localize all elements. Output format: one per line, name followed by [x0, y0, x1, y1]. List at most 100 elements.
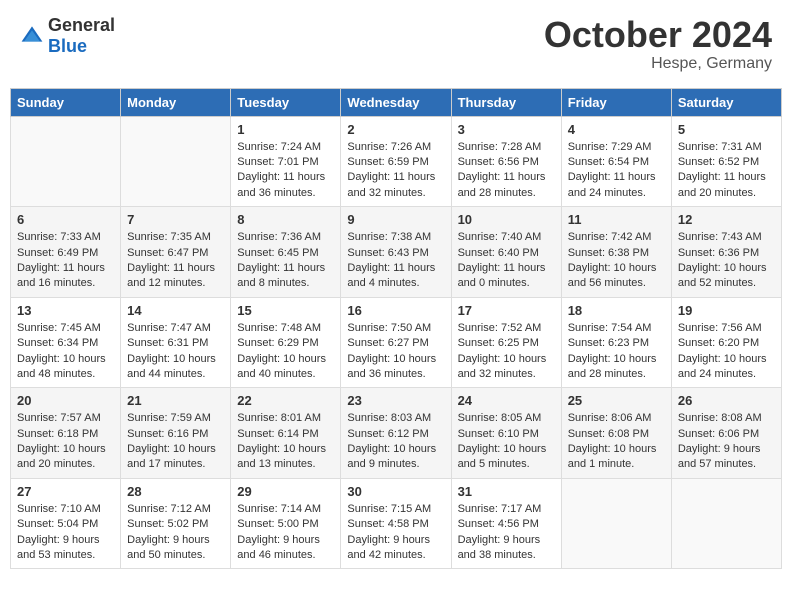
calendar-cell: 7Sunrise: 7:35 AM Sunset: 6:47 PM Daylig… — [121, 207, 231, 298]
day-info: Sunrise: 7:28 AM Sunset: 6:56 PM Dayligh… — [458, 140, 555, 202]
day-number: 12 — [678, 212, 775, 227]
calendar-header-row: SundayMondayTuesdayWednesdayThursdayFrid… — [11, 88, 782, 116]
day-info: Sunrise: 7:26 AM Sunset: 6:59 PM Dayligh… — [347, 140, 444, 202]
day-number: 30 — [347, 484, 444, 499]
day-number: 16 — [347, 303, 444, 318]
day-number: 4 — [568, 122, 665, 137]
calendar-cell: 9Sunrise: 7:38 AM Sunset: 6:43 PM Daylig… — [341, 207, 451, 298]
day-number: 25 — [568, 393, 665, 408]
calendar-cell: 28 Sunrise: 7:12 AM Sunset: 5:02 PM Dayli… — [121, 478, 231, 569]
page-header: General Blue October 2024 Hespe, Germany — [10, 10, 782, 78]
day-header-sunday: Sunday — [11, 88, 121, 116]
calendar-cell: 29 Sunrise: 7:14 AM Sunset: 5:00 PM Dayli… — [231, 478, 341, 569]
calendar-cell: 14 Sunrise: 7:47 AM Sunset: 6:31 PM Dayli… — [121, 297, 231, 388]
calendar-cell: 25Sunrise: 8:06 AM Sunset: 6:08 PM Dayli… — [561, 388, 671, 479]
day-info: Sunrise: 7:48 AM Sunset: 6:29 PM Dayligh… — [237, 321, 334, 383]
day-number: 22 — [237, 393, 334, 408]
day-info: Sunrise: 7:45 AM Sunset: 6:34 PM Dayligh… — [17, 321, 114, 383]
day-info: Sunrise: 8:08 AM Sunset: 6:06 PM Dayligh… — [678, 411, 775, 473]
day-header-monday: Monday — [121, 88, 231, 116]
logo-blue: Blue — [48, 36, 87, 56]
day-header-wednesday: Wednesday — [341, 88, 451, 116]
calendar-cell: 15Sunrise: 7:48 AM Sunset: 6:29 PM Dayli… — [231, 297, 341, 388]
day-number: 29 — [237, 484, 334, 499]
calendar-cell: 19 Sunrise: 7:56 AM Sunset: 6:20 PM Dayli… — [671, 297, 781, 388]
day-header-saturday: Saturday — [671, 88, 781, 116]
calendar-cell: 18Sunrise: 7:54 AM Sunset: 6:23 PM Dayli… — [561, 297, 671, 388]
day-number: 28 — [127, 484, 224, 499]
day-number: 14 — [127, 303, 224, 318]
calendar-cell — [671, 478, 781, 569]
day-number: 21 — [127, 393, 224, 408]
day-info: Sunrise: 7:47 AM Sunset: 6:31 PM Dayligh… — [127, 321, 224, 383]
day-number: 19 — [678, 303, 775, 318]
logo: General Blue — [20, 15, 115, 57]
calendar-week-row: 13 Sunrise: 7:45 AM Sunset: 6:34 PM Dayli… — [11, 297, 782, 388]
calendar-cell: 20Sunrise: 7:57 AM Sunset: 6:18 PM Dayli… — [11, 388, 121, 479]
calendar-week-row: 1 Sunrise: 7:24 AM Sunset: 7:01 PM Daylig… — [11, 116, 782, 207]
calendar-cell: 2 Sunrise: 7:26 AM Sunset: 6:59 PM Daylig… — [341, 116, 451, 207]
day-number: 10 — [458, 212, 555, 227]
day-number: 3 — [458, 122, 555, 137]
day-info: Sunrise: 8:05 AM Sunset: 6:10 PM Dayligh… — [458, 411, 555, 473]
day-number: 24 — [458, 393, 555, 408]
day-number: 13 — [17, 303, 114, 318]
day-info: Sunrise: 7:52 AM Sunset: 6:25 PM Dayligh… — [458, 321, 555, 383]
calendar-cell: 10 Sunrise: 7:40 AM Sunset: 6:40 PM Dayli… — [451, 207, 561, 298]
day-info: Sunrise: 7:35 AM Sunset: 6:47 PM Dayligh… — [127, 230, 224, 292]
day-info: Sunrise: 7:17 AM Sunset: 4:56 PM Dayligh… — [458, 502, 555, 564]
day-info: Sunrise: 7:12 AM Sunset: 5:02 PM Dayligh… — [127, 502, 224, 564]
calendar-week-row: 6 Sunrise: 7:33 AM Sunset: 6:49 PM Daylig… — [11, 207, 782, 298]
day-info: Sunrise: 7:40 AM Sunset: 6:40 PM Dayligh… — [458, 230, 555, 292]
day-header-friday: Friday — [561, 88, 671, 116]
day-number: 6 — [17, 212, 114, 227]
calendar-cell: 22 Sunrise: 8:01 AM Sunset: 6:14 PM Dayli… — [231, 388, 341, 479]
calendar-cell: 30 Sunrise: 7:15 AM Sunset: 4:58 PM Dayli… — [341, 478, 451, 569]
day-info: Sunrise: 7:14 AM Sunset: 5:00 PM Dayligh… — [237, 502, 334, 564]
calendar-cell: 17Sunrise: 7:52 AM Sunset: 6:25 PM Dayli… — [451, 297, 561, 388]
calendar-table: SundayMondayTuesdayWednesdayThursdayFrid… — [10, 88, 782, 570]
calendar-cell — [121, 116, 231, 207]
day-number: 26 — [678, 393, 775, 408]
day-number: 18 — [568, 303, 665, 318]
calendar-cell: 13 Sunrise: 7:45 AM Sunset: 6:34 PM Dayli… — [11, 297, 121, 388]
day-header-thursday: Thursday — [451, 88, 561, 116]
logo-general: General — [48, 15, 115, 35]
day-info: Sunrise: 7:50 AM Sunset: 6:27 PM Dayligh… — [347, 321, 444, 383]
day-number: 5 — [678, 122, 775, 137]
day-number: 2 — [347, 122, 444, 137]
calendar-cell: 23 Sunrise: 8:03 AM Sunset: 6:12 PM Dayli… — [341, 388, 451, 479]
day-info: Sunrise: 7:33 AM Sunset: 6:49 PM Dayligh… — [17, 230, 114, 292]
day-info: Sunrise: 7:59 AM Sunset: 6:16 PM Dayligh… — [127, 411, 224, 473]
calendar-week-row: 27Sunrise: 7:10 AM Sunset: 5:04 PM Dayli… — [11, 478, 782, 569]
calendar-cell: 1 Sunrise: 7:24 AM Sunset: 7:01 PM Daylig… — [231, 116, 341, 207]
day-number: 1 — [237, 122, 334, 137]
day-info: Sunrise: 7:42 AM Sunset: 6:38 PM Dayligh… — [568, 230, 665, 292]
day-info: Sunrise: 7:43 AM Sunset: 6:36 PM Dayligh… — [678, 230, 775, 292]
day-info: Sunrise: 7:56 AM Sunset: 6:20 PM Dayligh… — [678, 321, 775, 383]
day-number: 23 — [347, 393, 444, 408]
calendar-cell: 21 Sunrise: 7:59 AM Sunset: 6:16 PM Dayli… — [121, 388, 231, 479]
day-header-tuesday: Tuesday — [231, 88, 341, 116]
day-info: Sunrise: 8:01 AM Sunset: 6:14 PM Dayligh… — [237, 411, 334, 473]
day-number: 11 — [568, 212, 665, 227]
calendar-cell: 24 Sunrise: 8:05 AM Sunset: 6:10 PM Dayli… — [451, 388, 561, 479]
calendar-cell: 6 Sunrise: 7:33 AM Sunset: 6:49 PM Daylig… — [11, 207, 121, 298]
calendar-cell: 8 Sunrise: 7:36 AM Sunset: 6:45 PM Daylig… — [231, 207, 341, 298]
day-number: 8 — [237, 212, 334, 227]
calendar-cell: 26 Sunrise: 8:08 AM Sunset: 6:06 PM Dayli… — [671, 388, 781, 479]
day-info: Sunrise: 7:24 AM Sunset: 7:01 PM Dayligh… — [237, 140, 334, 202]
calendar-cell: 11 Sunrise: 7:42 AM Sunset: 6:38 PM Dayli… — [561, 207, 671, 298]
day-info: Sunrise: 7:31 AM Sunset: 6:52 PM Dayligh… — [678, 140, 775, 202]
calendar-cell: 27Sunrise: 7:10 AM Sunset: 5:04 PM Dayli… — [11, 478, 121, 569]
day-info: Sunrise: 7:36 AM Sunset: 6:45 PM Dayligh… — [237, 230, 334, 292]
calendar-cell: 3 Sunrise: 7:28 AM Sunset: 6:56 PM Daylig… — [451, 116, 561, 207]
day-info: Sunrise: 8:03 AM Sunset: 6:12 PM Dayligh… — [347, 411, 444, 473]
day-number: 9 — [347, 212, 444, 227]
day-info: Sunrise: 7:15 AM Sunset: 4:58 PM Dayligh… — [347, 502, 444, 564]
day-info: Sunrise: 7:57 AM Sunset: 6:18 PM Dayligh… — [17, 411, 114, 473]
calendar-cell: 4Sunrise: 7:29 AM Sunset: 6:54 PM Daylig… — [561, 116, 671, 207]
day-info: Sunrise: 7:10 AM Sunset: 5:04 PM Dayligh… — [17, 502, 114, 564]
calendar-cell — [561, 478, 671, 569]
calendar-cell: 5 Sunrise: 7:31 AM Sunset: 6:52 PM Daylig… — [671, 116, 781, 207]
